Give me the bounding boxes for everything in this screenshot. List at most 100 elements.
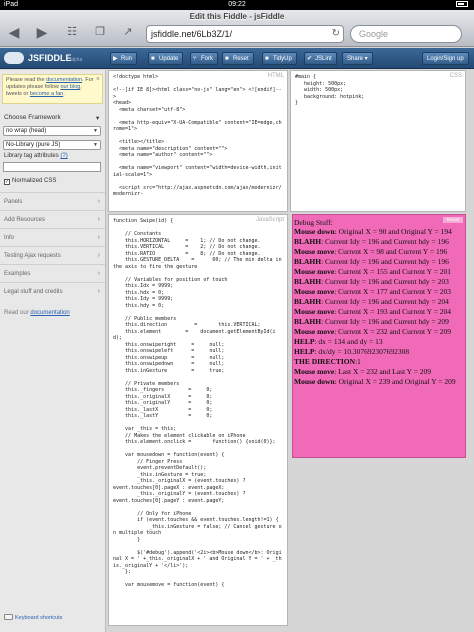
check-icon: ✔: [307, 56, 313, 62]
section-panels[interactable]: Panels ›: [0, 192, 105, 210]
section-add-resources[interactable]: Add Resources ›: [0, 210, 105, 228]
url-text: jsfiddle.net/6Lb3Z/1/: [151, 29, 233, 39]
debug-line-event: Mouse move: [294, 267, 335, 276]
clock: 09:22: [228, 1, 246, 8]
section-examples[interactable]: Examples ›: [0, 264, 105, 282]
panel-label: HTML: [267, 73, 284, 79]
normalized-css-checkbox[interactable]: ✓ Normalized CSS: [4, 178, 56, 185]
jslint-button[interactable]: ✔ JSLint: [304, 52, 337, 65]
debug-line: Mouse down: Original X = 90 and Original…: [294, 227, 465, 237]
battery-icon: [454, 1, 468, 8]
logo-text: JSFIDDLE: [28, 53, 72, 63]
section-legal[interactable]: Legal stuff and credits ›: [0, 282, 105, 300]
panel-label: Result: [443, 217, 463, 223]
blog-link[interactable]: our blog: [60, 84, 80, 90]
debug-line-text: : dx/dy = 10.307692307692308: [314, 347, 410, 356]
cloud-icon: [4, 52, 24, 64]
tidyup-button[interactable]: ■ TidyUp: [262, 52, 297, 65]
address-bar[interactable]: jsfiddle.net/6Lb3Z/1/ ↻: [146, 25, 344, 43]
fan-link[interactable]: become a fan: [30, 91, 63, 97]
search-input[interactable]: Google: [350, 25, 462, 43]
panel-label: JavaScript: [255, 217, 284, 223]
close-icon[interactable]: ×: [96, 76, 100, 83]
debug-line-text: : Last X = 232 and Last Y = 209: [334, 367, 432, 376]
fork-button[interactable]: ⑂ Fork: [190, 52, 218, 65]
chevron-right-icon: ›: [97, 198, 100, 205]
section-testing-ajax[interactable]: Testing Ajax requests ›: [0, 246, 105, 264]
share-button[interactable]: Share ▾: [342, 52, 373, 65]
library-tag-input[interactable]: [3, 162, 101, 172]
debug-line: HELP: dx = 134 and dy = 13: [294, 337, 465, 347]
notice-box: Please read the documentation. For updat…: [2, 74, 103, 104]
javascript-code[interactable]: function Swipe(id) { // Constants this.H…: [109, 215, 287, 592]
debug-line-text: : Current X = 193 and Current Y = 204: [334, 307, 452, 316]
debug-line-text: : Current X = 232 and Current Y = 209: [334, 327, 452, 336]
update-button[interactable]: ■ Update: [148, 52, 184, 65]
chevron-right-icon: ›: [97, 252, 100, 259]
forward-arrow-icon[interactable]: ▶: [34, 25, 50, 41]
fork-icon: ⑂: [193, 56, 197, 62]
debug-line-text: : Current X = 155 and Current Y = 201: [334, 267, 452, 276]
logo-sub: alpha: [70, 57, 83, 63]
debug-line-event: THE DIRECTION: [294, 357, 356, 366]
css-code[interactable]: #main { height: 500px; width: 500px; bac…: [291, 71, 465, 110]
run-button[interactable]: ▶ Run: [110, 52, 138, 65]
reset-icon: ■: [225, 56, 229, 62]
sidebar: Please read the documentation. For updat…: [0, 70, 106, 632]
debug-line: Mouse move: Last X = 232 and Last Y = 20…: [294, 367, 465, 377]
chevron-right-icon: ›: [97, 234, 100, 241]
reset-button[interactable]: ■ Reset: [222, 52, 254, 65]
chevron-down-icon: ▼: [93, 142, 98, 148]
read-docs: Read our documentation: [4, 310, 70, 316]
tabs-icon[interactable]: ❐: [92, 26, 108, 41]
page-title: Edit this Fiddle - jsFiddle: [189, 12, 285, 21]
debug-line-event: BLAHH: [294, 277, 322, 286]
library-tag-label: Library tag attributes (?): [4, 153, 68, 159]
keyboard-shortcuts-link[interactable]: Keyboard shortcuts: [4, 614, 62, 621]
share-icon[interactable]: ↗: [120, 26, 136, 41]
debug-line: BLAHH: Current Idy = 196 and Current hdy…: [294, 257, 465, 267]
section-info[interactable]: Info ›: [0, 228, 105, 246]
debug-title: Debug Stuff:: [294, 218, 333, 227]
reload-icon[interactable]: ↻: [332, 26, 340, 42]
html-panel[interactable]: HTML <!doctype html> <!--[if IE 8]><html…: [108, 70, 288, 212]
debug-output: Mouse down: Original X = 90 and Original…: [293, 227, 465, 387]
debug-line: Mouse move: Current X = 232 and Current …: [294, 327, 465, 337]
search-placeholder: Google: [359, 29, 389, 39]
javascript-panel[interactable]: JavaScript function Swipe(id) { // Const…: [108, 214, 288, 626]
docs-link[interactable]: documentation: [30, 310, 69, 316]
play-icon: ▶: [113, 56, 118, 62]
library-select[interactable]: No-Library (pure JS) ▼: [3, 140, 101, 150]
chevron-right-icon: ›: [97, 288, 100, 295]
debug-line-text: : Current Idy = 196 and Current hdy = 19…: [321, 257, 449, 266]
chevron-right-icon: ›: [97, 270, 100, 277]
html-code[interactable]: <!doctype html> <!--[if IE 8]><html clas…: [109, 71, 287, 201]
debug-line-event: HELP: [294, 347, 315, 356]
debug-line: Mouse move: Current X = 155 and Current …: [294, 267, 465, 277]
debug-line: Mouse move: Current X = 177 and Current …: [294, 287, 465, 297]
result-panel[interactable]: Result Debug Stuff: Mouse down: Original…: [292, 214, 466, 458]
debug-line-text: : Current X = 177 and Current Y = 203: [334, 287, 452, 296]
update-icon: ■: [151, 56, 155, 62]
framework-select[interactable]: no wrap (head) ▼: [3, 126, 101, 136]
debug-line-text: : Current Idy = 196 and Current hdy = 19…: [321, 237, 449, 246]
documentation-link[interactable]: documentation: [46, 77, 82, 83]
debug-line-event: BLAHH: [294, 297, 322, 306]
debug-line-text: : Current X = 98 and Current Y = 196: [334, 247, 448, 256]
debug-line-event: Mouse move: [294, 307, 335, 316]
tidy-icon: ■: [265, 56, 269, 62]
css-panel[interactable]: CSS #main { height: 500px; width: 500px;…: [290, 70, 466, 212]
debug-line-text: : Current Idy = 196 and Current hdy = 20…: [321, 297, 449, 306]
book-icon[interactable]: ☷: [64, 26, 80, 41]
back-arrow-icon[interactable]: ◀: [6, 25, 22, 41]
jsfiddle-toolbar: JSFIDDLE alpha ▶ Run ■ Update ⑂ Fork ■ Reset…: [0, 48, 474, 69]
chevron-down-icon: ▼: [93, 128, 98, 134]
login-button[interactable]: Login/Sign up: [422, 52, 469, 65]
keyboard-icon: [4, 614, 13, 620]
help-link[interactable]: (?): [60, 153, 67, 159]
debug-line: BLAHH: Current Idy = 196 and Current hdy…: [294, 297, 465, 307]
collapse-icon[interactable]: ▾: [96, 114, 99, 122]
debug-line-text: : Current Idy = 196 and Current hdy = 20…: [321, 277, 449, 286]
choose-framework-heading: Choose Framework: [4, 114, 61, 121]
debug-line: BLAHH: Current Idy = 196 and Current hdy…: [294, 317, 465, 327]
